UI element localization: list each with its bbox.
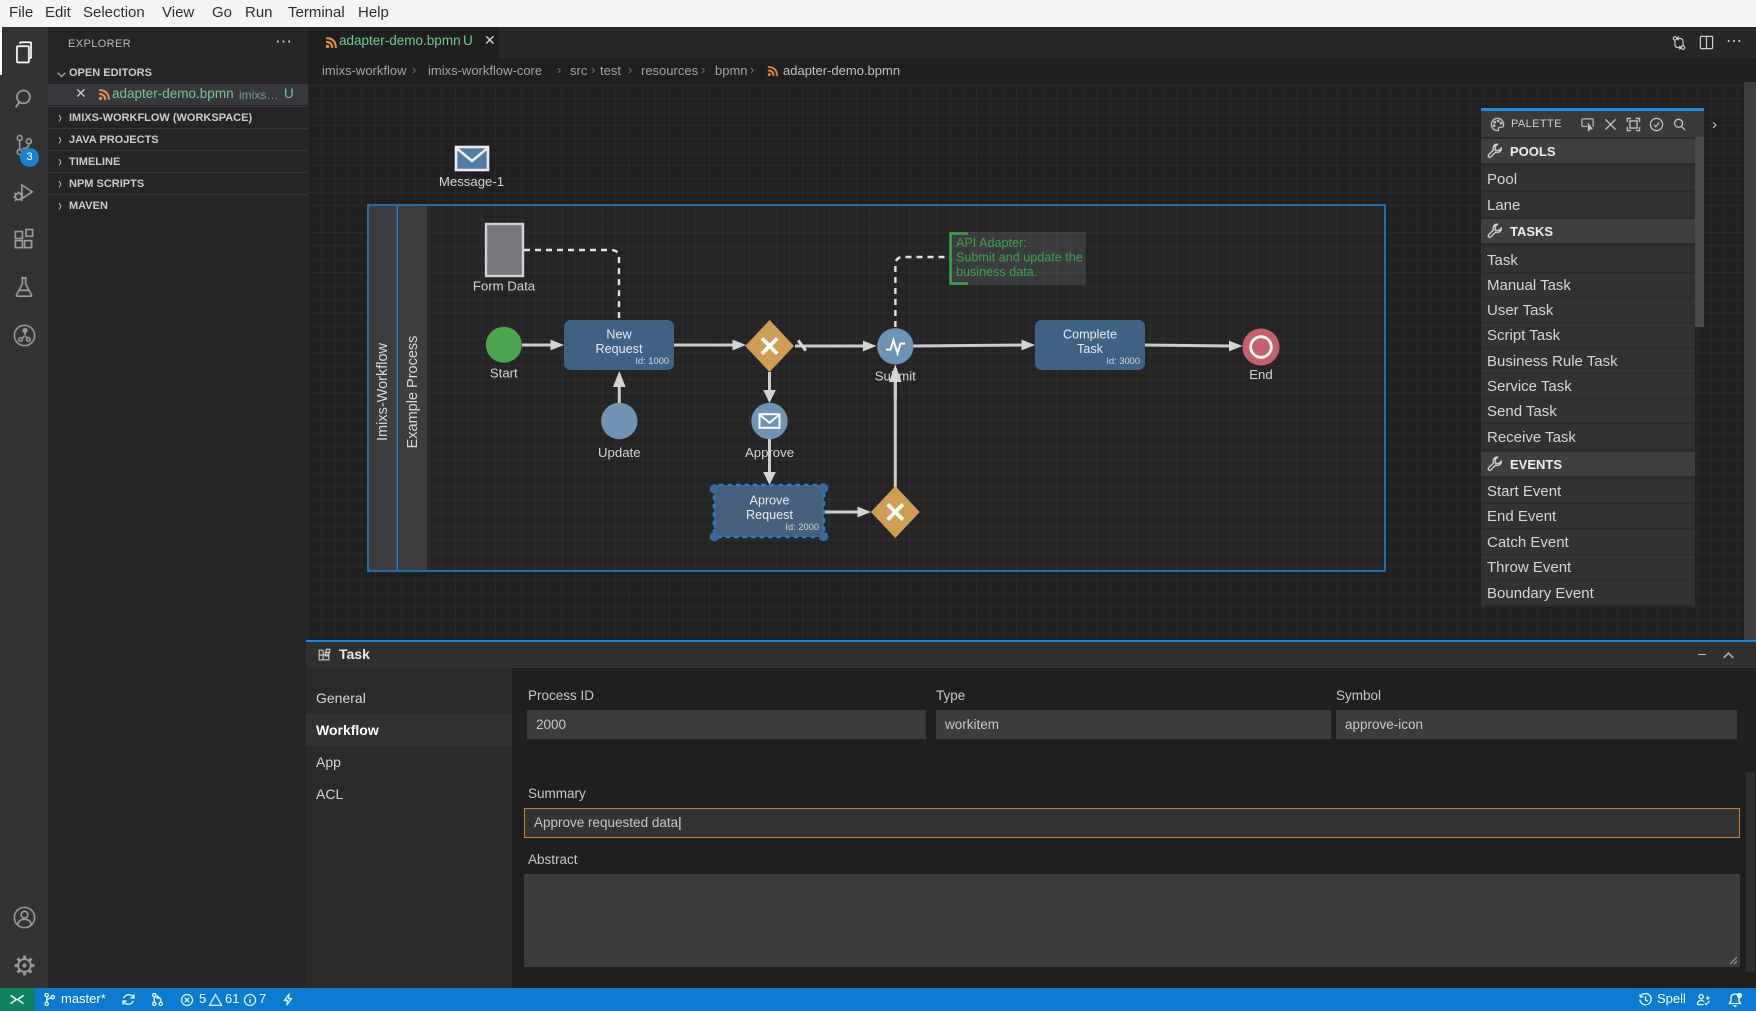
svg-text:Request: Request <box>746 508 793 522</box>
svg-text:Start: Start <box>490 366 518 381</box>
svg-text:Message-1: Message-1 <box>439 174 504 189</box>
svg-text:Update: Update <box>598 445 641 460</box>
svg-text:Aprove: Aprove <box>750 494 790 508</box>
svg-text:Request: Request <box>596 342 643 356</box>
svg-text:Imixs-Workflow: Imixs-Workflow <box>375 342 391 441</box>
svg-text:Approve: Approve <box>745 445 794 460</box>
svg-text:Id: 2000: Id: 2000 <box>785 522 819 532</box>
svg-text:API Adapter:: API Adapter: <box>956 236 1027 250</box>
svg-text:End: End <box>1249 367 1272 382</box>
svg-text:Id: 1000: Id: 1000 <box>635 356 669 366</box>
svg-text:Submit and update the: Submit and update the <box>956 251 1083 265</box>
svg-text:business data.: business data. <box>956 265 1037 279</box>
svg-text:Task: Task <box>1077 342 1104 356</box>
svg-text:New: New <box>606 328 632 342</box>
svg-text:Example Process: Example Process <box>405 336 421 449</box>
svg-text:Complete: Complete <box>1063 328 1117 342</box>
svg-text:Form Data: Form Data <box>473 279 536 294</box>
svg-text:Id: 3000: Id: 3000 <box>1106 356 1140 366</box>
